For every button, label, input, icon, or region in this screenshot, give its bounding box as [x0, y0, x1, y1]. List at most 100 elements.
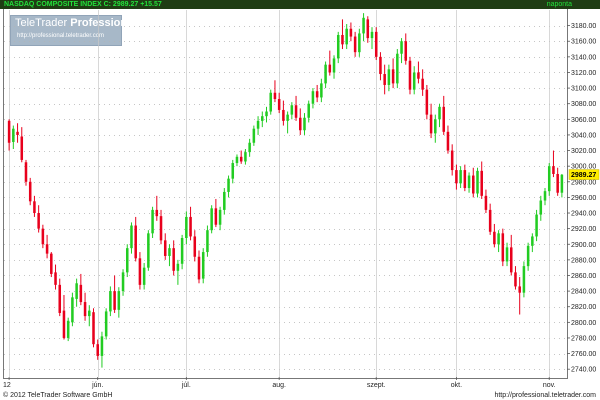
candle-body: [328, 64, 332, 73]
y-tick-label: 2860.00: [571, 273, 596, 280]
candle-body: [387, 69, 391, 85]
candle-body: [12, 128, 15, 142]
candle-body: [307, 103, 310, 118]
candle-body: [83, 302, 87, 317]
candle-body: [214, 208, 218, 225]
candle-body: [134, 225, 137, 259]
candle-body: [509, 247, 513, 273]
candle-body: [459, 170, 462, 184]
candle-body: [526, 245, 530, 267]
candle-body: [472, 175, 475, 194]
candle-body: [41, 228, 45, 245]
candle-body: [417, 72, 420, 79]
y-tick-label: 2760.00: [571, 351, 596, 358]
y-tick-label: 2780.00: [571, 335, 596, 342]
candle-body: [193, 236, 197, 257]
candle-body: [75, 283, 78, 299]
candle-body: [33, 201, 36, 214]
candle-body: [358, 33, 361, 53]
candle-body: [28, 181, 32, 202]
candle-body: [311, 91, 315, 104]
y-axis: 2740.00 2760.00 2780.00 2800.00 2820.00 2840.…: [567, 23, 596, 374]
candle-body: [379, 56, 382, 75]
last-price-label: 2989.27: [571, 172, 596, 179]
y-tick-label: 2980.00: [571, 179, 596, 186]
candle-body: [345, 28, 348, 45]
candle-body: [96, 344, 99, 356]
candle-body: [332, 58, 336, 73]
candle-body: [24, 162, 28, 182]
candle-body: [261, 116, 264, 121]
candle-body: [88, 310, 91, 317]
candle-body: [92, 312, 95, 345]
candle-body: [374, 31, 378, 57]
candle-body: [412, 72, 416, 90]
y-tick-label: 2920.00: [571, 226, 596, 233]
candle-body: [421, 78, 424, 90]
y-tick-label: 2900.00: [571, 242, 596, 249]
candle-body: [252, 128, 256, 143]
candle-body: [396, 53, 399, 84]
candle-body: [463, 170, 467, 189]
candle-body: [159, 216, 163, 241]
candle-body: [560, 174, 564, 193]
candle-body: [185, 216, 188, 239]
candle-body: [37, 213, 40, 229]
candle-body: [286, 114, 289, 121]
footer-url[interactable]: http://professional.teletrader.com: [494, 391, 596, 400]
candle-body: [138, 258, 142, 285]
candle-body: [353, 36, 357, 53]
candle-body: [201, 252, 205, 279]
candle-body: [299, 117, 302, 131]
candle-body: [269, 92, 272, 112]
candle-body: [442, 106, 446, 132]
candle-body: [539, 200, 543, 215]
candle-body: [121, 272, 125, 292]
candle-body: [336, 34, 340, 59]
candle-body: [180, 238, 184, 264]
x-tick-label: 12: [3, 382, 11, 389]
candle-body: [429, 114, 433, 134]
candle-body: [58, 284, 62, 313]
candle-body: [20, 136, 24, 160]
x-tick-label: jún.: [91, 382, 103, 389]
candle-body: [66, 320, 70, 338]
y-tick-label: 3100.00: [571, 86, 596, 93]
candle-body: [450, 150, 454, 171]
copyright-text: © 2012 TeleTrader Software GmbH: [3, 392, 113, 399]
y-tick-label: 3040.00: [571, 132, 596, 139]
candle-body: [248, 142, 251, 153]
candle-body: [497, 233, 500, 245]
candle-body: [400, 41, 403, 54]
candle-body: [235, 156, 239, 164]
candle-body: [62, 310, 66, 338]
candle-body: [362, 17, 365, 34]
candle-body: [518, 286, 521, 293]
candle-body: [130, 225, 133, 249]
candle-body: [113, 291, 116, 310]
candle-body: [315, 91, 319, 98]
candle-body: [176, 263, 180, 271]
candle-body: [206, 230, 209, 253]
candle-body: [50, 253, 53, 274]
candle-body: [189, 216, 192, 237]
candle-body: [282, 109, 285, 121]
candle-body: [172, 248, 175, 271]
y-tick-label: 3080.00: [571, 101, 596, 108]
y-tick-label: 2820.00: [571, 304, 596, 311]
candle-body: [54, 272, 57, 285]
candle-body: [522, 266, 526, 293]
y-tick-label: 3020.00: [571, 148, 596, 155]
candle-body: [256, 120, 260, 129]
y-tick-label: 3060.00: [571, 117, 596, 124]
x-tick-label: júl.: [181, 382, 191, 389]
candle-body: [100, 336, 104, 356]
candlestick-chart[interactable]: 2740.00 2760.00 2780.00 2800.00 2820.00 2840.…: [0, 0, 600, 390]
candle-body: [163, 240, 167, 256]
candle-body: [404, 41, 408, 61]
candle-body: [391, 69, 395, 84]
x-tick-label: aug.: [272, 382, 286, 389]
candle-body: [543, 191, 547, 201]
y-tick-label: 2740.00: [571, 367, 596, 374]
candle-body: [349, 28, 353, 37]
